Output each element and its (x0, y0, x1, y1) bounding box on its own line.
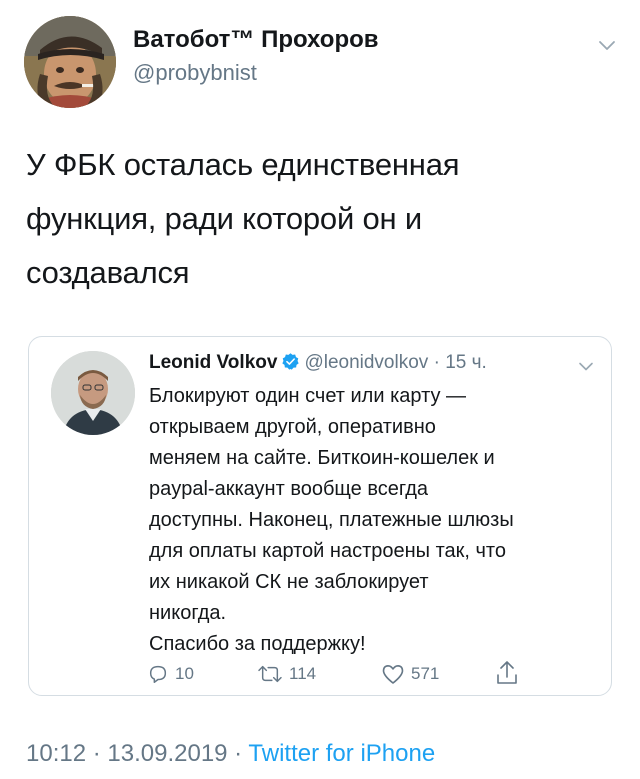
author-handle[interactable]: @probybnist (133, 60, 257, 86)
retweet-count: 114 (289, 664, 317, 683)
tweet-metadata: 10:12 · 13.09.2019 · Twitter for iPhone (26, 740, 435, 768)
quoted-timestamp[interactable]: 15 ч. (445, 352, 487, 373)
reply-count: 10 (175, 664, 194, 683)
share-icon (497, 661, 517, 684)
quoted-tweet-text: Блокируют один счет или карту — открывае… (149, 385, 514, 655)
quoted-author-avatar[interactable] (51, 351, 135, 435)
footer-separator-1: · (86, 740, 108, 767)
tweet-date: 13.09.2019 (107, 740, 228, 767)
share-button[interactable] (495, 659, 519, 687)
like-button[interactable]: 571 (381, 663, 439, 685)
tweet-source-link[interactable]: Twitter for iPhone (248, 740, 435, 767)
quoted-menu-chevron-down-icon[interactable] (577, 357, 595, 375)
reply-button[interactable]: 10 (147, 663, 194, 685)
reply-icon (149, 665, 167, 683)
retweet-icon (258, 665, 282, 683)
quoted-tweet-header: Leonid Volkov @leonidvolkov · 15 ч. (149, 351, 487, 375)
quoted-tweet-card[interactable]: Leonid Volkov @leonidvolkov · 15 ч. Блок… (28, 336, 612, 696)
verified-badge-icon (282, 353, 300, 370)
author-display-name[interactable]: Ватобот™ Прохоров (133, 26, 379, 54)
like-count: 571 (411, 664, 440, 683)
author-avatar-image (24, 16, 116, 108)
tweet: Ватобот™ Прохоров @probybnist У ФБК оста… (0, 0, 640, 779)
footer-separator-2: · (227, 740, 249, 767)
author-avatar[interactable] (24, 16, 116, 108)
tweet-text: У ФБК осталась единственная функция, рад… (26, 147, 460, 290)
quoted-handle[interactable]: @leonidvolkov (304, 352, 428, 373)
retweet-button[interactable]: 114 (257, 663, 316, 685)
quoted-author-avatar-image (51, 351, 135, 435)
tweet-time: 10:12 (26, 740, 87, 767)
heart-icon (382, 665, 404, 684)
quoted-separator: · (433, 352, 440, 373)
tweet-menu-chevron-down-icon[interactable] (596, 34, 618, 56)
quoted-display-name[interactable]: Leonid Volkov (149, 352, 277, 373)
